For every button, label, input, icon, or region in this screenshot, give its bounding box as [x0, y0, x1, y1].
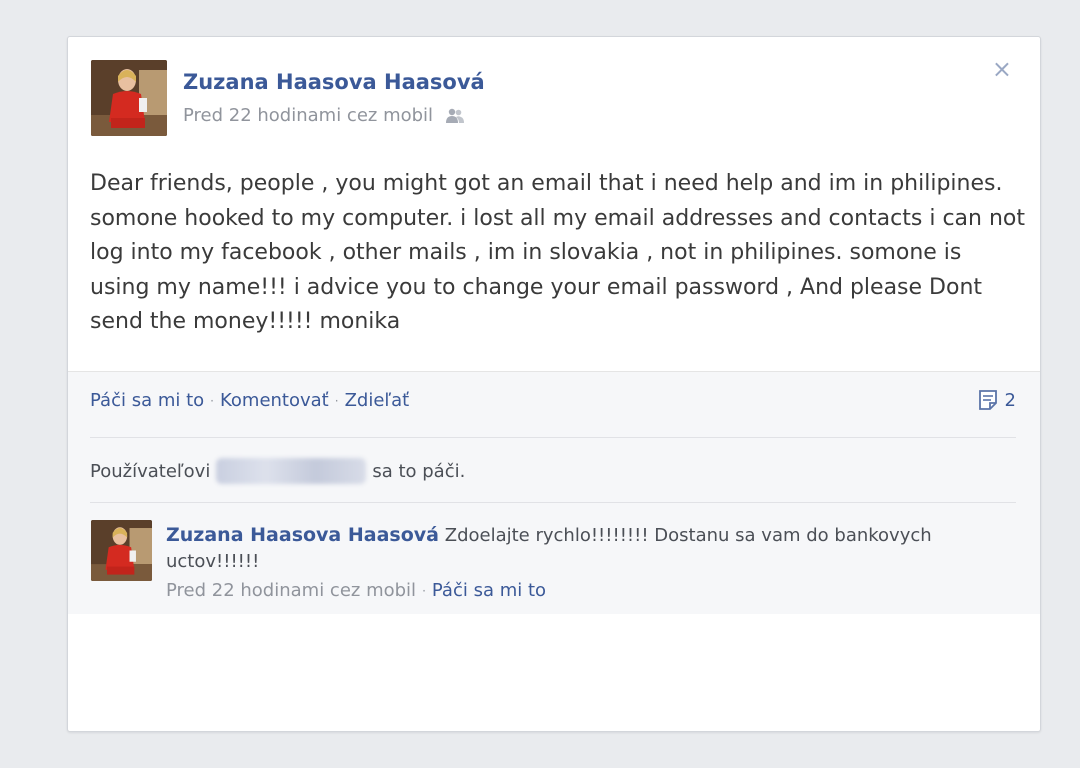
comment-link[interactable]: Komentovať	[220, 390, 329, 411]
post-meta: Pred 22 hodinami cez mobil	[183, 105, 465, 126]
post-timestamp[interactable]: Pred 22 hodinami cez mobil	[183, 105, 433, 126]
comments-count: 2	[1004, 389, 1016, 411]
action-separator: ·	[334, 393, 339, 408]
comment-author-avatar[interactable]	[91, 520, 152, 581]
comment: Zuzana Haasova Haasová Zdoelajte rychlo!…	[166, 522, 986, 575]
post-card: × Zuzana Haasova Haasová Pred 22 hodinam…	[67, 36, 1041, 732]
blurred-user-name[interactable]	[216, 458, 367, 484]
comments-count-button[interactable]: 2	[977, 389, 1016, 411]
comment-timestamp[interactable]: Pred 22 hodinami cez mobil	[166, 580, 416, 601]
share-link[interactable]: Zdieľať	[345, 390, 410, 411]
comment-like-link[interactable]: Páči sa mi to	[432, 580, 546, 601]
comment-icon	[978, 390, 997, 410]
likes-suffix: sa to páči.	[372, 460, 466, 482]
comment-author-name[interactable]: Zuzana Haasova Haasová	[166, 524, 439, 546]
divider	[90, 437, 1016, 438]
post-text: Dear friends, people , you might got an …	[90, 171, 1025, 334]
post-author-avatar[interactable]	[91, 60, 167, 136]
post-actions: Páči sa mi to · Komentovať · Zdieľať	[90, 390, 409, 411]
avatar-photo	[91, 60, 167, 136]
close-icon[interactable]: ×	[992, 57, 1012, 81]
comment-meta: Pred 22 hodinami cez mobil · Páči sa mi …	[166, 580, 546, 601]
comment-meta-separator: ·	[422, 583, 426, 598]
friends-icon[interactable]	[445, 107, 465, 125]
action-separator: ·	[210, 393, 214, 408]
divider	[90, 502, 1016, 503]
avatar-photo	[91, 520, 152, 581]
likes-prefix: Používateľovi	[90, 460, 211, 482]
likes-summary: Používateľovi sa to páči.	[90, 458, 465, 484]
post-author-name[interactable]: Zuzana Haasova Haasová	[183, 70, 485, 94]
feedback-section: Páči sa mi to · Komentovať · Zdieľať 2 P…	[68, 371, 1040, 614]
like-link[interactable]: Páči sa mi to	[90, 390, 204, 411]
